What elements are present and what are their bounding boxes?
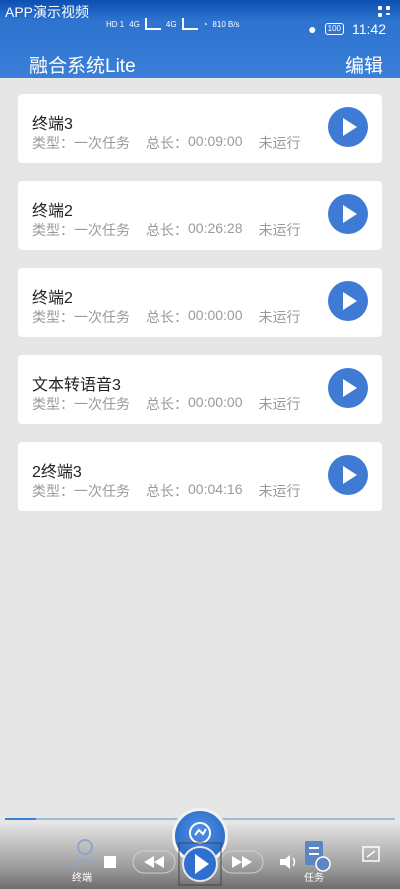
status-icons: HD 1 4G 4G ◔ 810 B/s bbox=[106, 18, 240, 30]
task-type: 一次任务 bbox=[74, 222, 130, 238]
play-button[interactable] bbox=[328, 194, 368, 234]
task-duration: 00:09:00 bbox=[188, 133, 243, 149]
type-prefix: 类型： bbox=[32, 483, 74, 499]
play-button[interactable] bbox=[328, 281, 368, 321]
task-type: 一次任务 bbox=[74, 396, 130, 412]
play-button[interactable] bbox=[328, 368, 368, 408]
task-card[interactable]: 终端2 类型： 一次任务 总长： 00:26:28 未运行 bbox=[18, 181, 382, 250]
task-status: 未运行 bbox=[258, 483, 301, 499]
overlay-menu-icon[interactable] bbox=[378, 6, 392, 18]
task-name: 终端3 bbox=[32, 116, 73, 133]
task-card[interactable]: 终端3 类型： 一次任务 总长： 00:09:00 未运行 bbox=[18, 94, 382, 163]
task-type: 一次任务 bbox=[74, 483, 130, 499]
task-name: 终端2 bbox=[32, 290, 73, 307]
overlay-title: APP演示视频 bbox=[5, 4, 90, 20]
task-status: 未运行 bbox=[258, 309, 301, 325]
page-title: 融合系统Lite bbox=[29, 56, 136, 77]
speed-label: 810 B/s bbox=[212, 19, 240, 29]
play-icon bbox=[343, 292, 357, 310]
stop-icon[interactable] bbox=[104, 856, 116, 868]
play-icon bbox=[343, 466, 357, 484]
duration-prefix: 总长： bbox=[146, 309, 188, 325]
battery-icon: 100 bbox=[324, 23, 344, 35]
player-play-button[interactable] bbox=[178, 842, 222, 886]
task-meta: 类型： 一次任务 总长： 00:00:00 未运行 bbox=[32, 394, 301, 414]
task-status: 未运行 bbox=[258, 222, 301, 238]
fast-forward-icon[interactable] bbox=[220, 850, 264, 874]
clock: 11:42 bbox=[352, 21, 386, 37]
task-name: 文本转语音3 bbox=[32, 377, 121, 394]
duration-prefix: 总长： bbox=[146, 135, 188, 151]
task-meta: 类型： 一次任务 总长： 00:26:28 未运行 bbox=[32, 220, 301, 240]
play-button[interactable] bbox=[328, 455, 368, 495]
task-meta: 类型： 一次任务 总长： 00:00:00 未运行 bbox=[32, 307, 301, 327]
mic-icon: ● bbox=[308, 21, 317, 37]
wifi-icon: ◔ bbox=[202, 19, 208, 29]
task-type: 一次任务 bbox=[74, 135, 130, 151]
task-name: 2终端3 bbox=[32, 464, 82, 481]
net1-label: 4G bbox=[129, 19, 140, 29]
status-right: ● 100 11:42 bbox=[308, 21, 386, 37]
duration-prefix: 总长： bbox=[146, 396, 188, 412]
type-prefix: 类型： bbox=[32, 135, 74, 151]
signal-icon bbox=[181, 18, 198, 30]
edit-button[interactable]: 编辑 bbox=[345, 51, 383, 78]
play-button[interactable] bbox=[328, 107, 368, 147]
task-card[interactable]: 文本转语音3 类型： 一次任务 总长： 00:00:00 未运行 bbox=[18, 355, 382, 424]
task-meta: 类型： 一次任务 总长： 00:04:16 未运行 bbox=[32, 481, 301, 501]
duration-prefix: 总长： bbox=[146, 483, 188, 499]
duration-prefix: 总长： bbox=[146, 222, 188, 238]
terminal-nav-icon[interactable] bbox=[68, 836, 102, 870]
task-duration: 00:26:28 bbox=[188, 220, 243, 236]
task-card[interactable]: 2终端3 类型： 一次任务 总长： 00:04:16 未运行 bbox=[18, 442, 382, 511]
volume-icon[interactable] bbox=[278, 853, 300, 871]
task-type: 一次任务 bbox=[74, 309, 130, 325]
type-prefix: 类型： bbox=[32, 222, 74, 238]
signal-icon bbox=[144, 18, 161, 30]
play-icon bbox=[343, 379, 357, 397]
task-status: 未运行 bbox=[258, 135, 301, 151]
play-icon bbox=[343, 118, 357, 136]
fullscreen-icon[interactable] bbox=[362, 846, 380, 862]
task-name: 终端2 bbox=[32, 203, 73, 220]
task-meta: 类型： 一次任务 总长： 00:09:00 未运行 bbox=[32, 133, 301, 153]
task-status: 未运行 bbox=[258, 396, 301, 412]
task-duration: 00:00:00 bbox=[188, 307, 243, 323]
play-icon bbox=[343, 205, 357, 223]
task-duration: 00:00:00 bbox=[188, 394, 243, 410]
net2-label: 4G bbox=[165, 19, 177, 29]
type-prefix: 类型： bbox=[32, 309, 74, 325]
task-duration: 00:04:16 bbox=[188, 481, 243, 497]
hd1-badge: HD 1 bbox=[106, 19, 125, 29]
task-card[interactable]: 终端2 类型： 一次任务 总长： 00:00:00 未运行 bbox=[18, 268, 382, 337]
rewind-icon[interactable] bbox=[132, 850, 176, 874]
nav-label-terminal: 终端 bbox=[72, 873, 92, 884]
app-header: APP演示视频 HD 1 4G 4G ◔ 810 B/s ● 100 11:42… bbox=[0, 0, 400, 78]
progress-fill bbox=[5, 818, 37, 820]
type-prefix: 类型： bbox=[32, 396, 74, 412]
nav-label-task: 任务 bbox=[304, 873, 324, 884]
